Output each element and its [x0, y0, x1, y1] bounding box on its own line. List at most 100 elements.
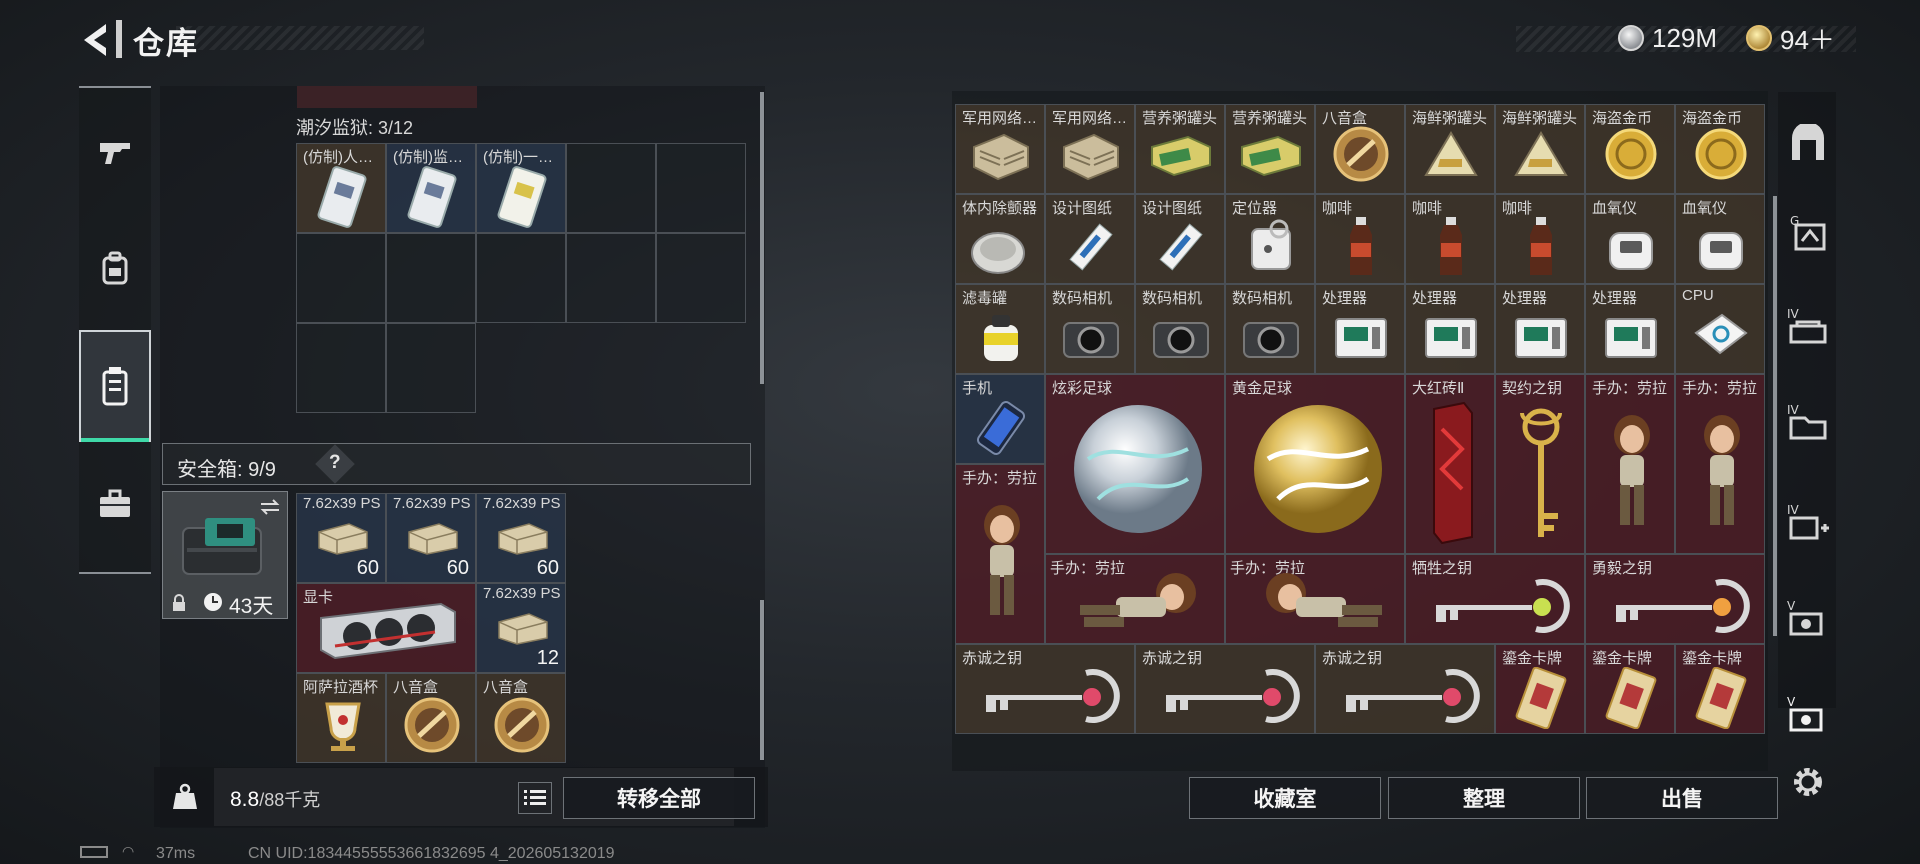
safebox-ammo-1[interactable]: 7.62x39 PS 60	[296, 493, 386, 583]
item-courage-key[interactable]: 勇毅之钥	[1585, 554, 1765, 644]
item-processor-4[interactable]: 处理器	[1585, 284, 1675, 374]
nav-weapons[interactable]	[79, 106, 151, 198]
nav-tab-iv-a[interactable]: IV	[1782, 300, 1834, 352]
item-processor-1[interactable]: 处理器	[1315, 284, 1405, 374]
item-sincere-key-2[interactable]: 赤诚之钥	[1135, 644, 1315, 734]
processor-icon	[1605, 318, 1657, 358]
nav-rig[interactable]	[79, 330, 151, 442]
item-sincere-key-1[interactable]: 赤诚之钥	[955, 644, 1135, 734]
safebox-ammo-4[interactable]: 7.62x39 PS 12	[476, 583, 566, 673]
item-pirate-coin-1[interactable]: 海盗金币	[1585, 104, 1675, 194]
item-camera-3[interactable]: 数码相机	[1225, 284, 1315, 374]
item-blueprint-2[interactable]: 设计图纸	[1135, 194, 1225, 284]
gpu-icon	[320, 602, 456, 660]
safebox-musicbox-2[interactable]: 八音盒	[476, 673, 566, 763]
item-gold-ball[interactable]: 黄金足球	[1225, 374, 1405, 554]
safebox-case[interactable]: 43天	[162, 491, 288, 619]
back-button[interactable]	[80, 22, 110, 58]
item-cpu[interactable]: CPU	[1675, 284, 1765, 374]
defibrillator-icon	[971, 232, 1025, 274]
help-icon[interactable]: ?	[329, 452, 341, 474]
collection-button[interactable]: 收藏室	[1189, 777, 1381, 819]
item-lara-figure-1[interactable]: 手办：劳拉	[1585, 374, 1675, 554]
item-oximeter-2[interactable]: 血氧仪	[1675, 194, 1765, 284]
right-scrollbar[interactable]	[1773, 196, 1777, 636]
item-pirate-coin-2[interactable]: 海盗金币	[1675, 104, 1765, 194]
item-processor-2[interactable]: 处理器	[1405, 284, 1495, 374]
item-camera-1[interactable]: 数码相机	[1045, 284, 1135, 374]
item-sincere-key-3[interactable]: 赤诚之钥	[1315, 644, 1495, 734]
ornate-key-icon	[986, 669, 1120, 723]
empty-slot[interactable]	[476, 233, 566, 323]
currency-gold: 94＋	[1746, 20, 1835, 56]
item-coffee-2[interactable]: 咖啡	[1405, 194, 1495, 284]
safebox-ammo-3[interactable]: 7.62x39 PS 60	[476, 493, 566, 583]
music-box-icon	[1333, 126, 1389, 182]
item-network-1[interactable]: 军用网络…	[955, 104, 1045, 194]
empty-slot[interactable]	[566, 233, 656, 323]
ornate-key-icon	[1166, 669, 1300, 723]
empty-slot[interactable]	[386, 233, 476, 323]
tide-item-3[interactable]: (仿制)一…	[476, 143, 566, 233]
empty-slot[interactable]	[296, 233, 386, 323]
tide-item-2[interactable]: (仿制)监…	[386, 143, 476, 233]
item-seafood-2[interactable]: 海鲜粥罐头	[1495, 104, 1585, 194]
item-seafood-1[interactable]: 海鲜粥罐头	[1405, 104, 1495, 194]
item-porridge-2[interactable]: 营养粥罐头	[1225, 104, 1315, 194]
triangle-can-icon	[1514, 131, 1568, 176]
sort-button[interactable]: 整理	[1388, 777, 1580, 819]
item-coffee-3[interactable]: 咖啡	[1495, 194, 1585, 284]
item-processor-3[interactable]: 处理器	[1495, 284, 1585, 374]
item-musicbox[interactable]: 八音盒	[1315, 104, 1405, 194]
ping-text: 37ms	[156, 845, 196, 862]
empty-slot[interactable]	[566, 143, 656, 233]
processor-icon	[1335, 318, 1387, 358]
empty-slot[interactable]	[656, 233, 746, 323]
sell-button[interactable]: 出售	[1586, 777, 1778, 819]
settings-button[interactable]	[1782, 756, 1834, 808]
nav-tab-v-b[interactable]: V	[1782, 688, 1834, 740]
safebox-musicbox-1[interactable]: 八音盒	[386, 673, 476, 763]
item-contract-key[interactable]: 契约之钥	[1495, 374, 1585, 554]
item-gilded-card-2[interactable]: 鎏金卡牌	[1585, 644, 1675, 734]
nav-tab-v-a[interactable]: V	[1782, 592, 1834, 644]
item-defibrillator[interactable]: 体内除颤器	[955, 194, 1045, 284]
nav-tab-g[interactable]: G	[1782, 206, 1834, 258]
empty-slot[interactable]	[656, 143, 746, 233]
item-gilded-card-1[interactable]: 鎏金卡牌	[1495, 644, 1585, 734]
nav-case[interactable]	[79, 458, 151, 550]
safebox-ammo-2[interactable]: 7.62x39 PS 60	[386, 493, 476, 583]
safebox-goblet[interactable]: 阿萨拉酒杯	[296, 673, 386, 763]
tide-item-1[interactable]: (仿制)人…	[296, 143, 386, 233]
nav-tab-iv-b[interactable]: IV	[1782, 396, 1834, 448]
item-coffee-1[interactable]: 咖啡	[1315, 194, 1405, 284]
left-scrollbar[interactable]	[760, 92, 764, 384]
item-lara-lying-1[interactable]: 手办：劳拉	[1045, 554, 1225, 644]
item-gas-filter[interactable]: 滤毒罐	[955, 284, 1045, 374]
safebox-scrollbar[interactable]	[760, 600, 764, 760]
empty-slot[interactable]	[386, 323, 476, 413]
card-icon	[497, 166, 547, 228]
item-blueprint-1[interactable]: 设计图纸	[1045, 194, 1135, 284]
nav-backpack[interactable]	[79, 222, 151, 314]
item-network-2[interactable]: 军用网络…	[1045, 104, 1135, 194]
item-lara-lying-2[interactable]: 手办：劳拉	[1225, 554, 1405, 644]
backpack-icon	[102, 251, 128, 285]
item-porridge-1[interactable]: 营养粥罐头	[1135, 104, 1225, 194]
item-lara-figure-2[interactable]: 手办：劳拉	[1675, 374, 1765, 554]
item-phone[interactable]: 手机	[955, 374, 1045, 464]
transfer-all-button[interactable]: 转移全部	[563, 777, 755, 819]
item-camera-2[interactable]: 数码相机	[1135, 284, 1225, 374]
nav-exit[interactable]	[1782, 118, 1834, 170]
item-lara-figure-3[interactable]: 手办：劳拉	[955, 464, 1045, 644]
item-locator[interactable]: 定位器	[1225, 194, 1315, 284]
item-red-brick[interactable]: 大红砖Ⅱ	[1405, 374, 1495, 554]
item-gilded-card-3[interactable]: 鎏金卡牌	[1675, 644, 1765, 734]
empty-slot[interactable]	[296, 323, 386, 413]
list-view-button[interactable]	[518, 782, 552, 814]
item-rainbow-ball[interactable]: 炫彩足球	[1045, 374, 1225, 554]
item-oximeter-1[interactable]: 血氧仪	[1585, 194, 1675, 284]
safebox-gpu[interactable]: 显卡	[296, 583, 476, 673]
nav-tab-iv-c[interactable]: IV	[1782, 496, 1834, 548]
item-sacrifice-key[interactable]: 牺牲之钥	[1405, 554, 1585, 644]
